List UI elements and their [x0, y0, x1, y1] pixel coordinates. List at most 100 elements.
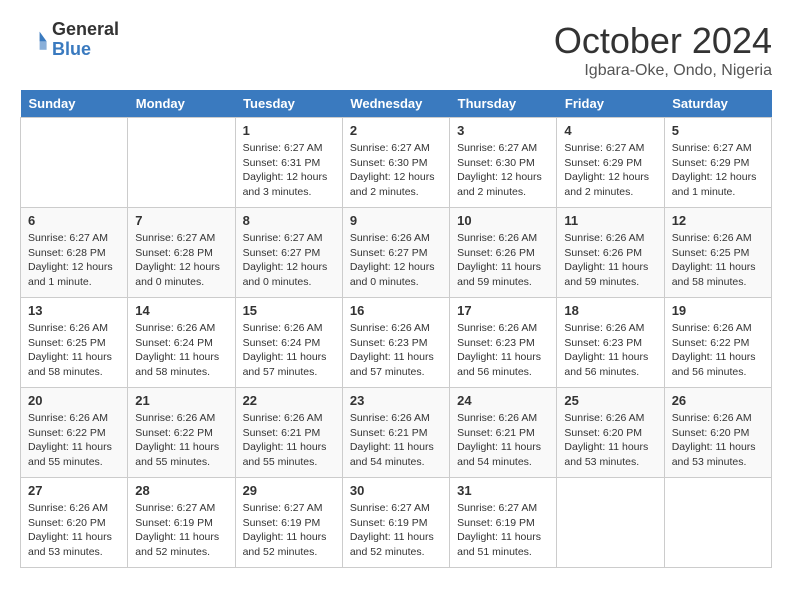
day-number: 22 [243, 393, 335, 408]
day-number: 8 [243, 213, 335, 228]
day-number: 10 [457, 213, 549, 228]
day-info: Sunrise: 6:26 AM Sunset: 6:24 PM Dayligh… [243, 321, 335, 380]
weekday-header: Friday [557, 90, 664, 118]
day-number: 29 [243, 483, 335, 498]
day-info: Sunrise: 6:26 AM Sunset: 6:24 PM Dayligh… [135, 321, 227, 380]
day-info: Sunrise: 6:26 AM Sunset: 6:23 PM Dayligh… [457, 321, 549, 380]
day-info: Sunrise: 6:26 AM Sunset: 6:25 PM Dayligh… [672, 231, 764, 290]
calendar-day-cell: 21 Sunrise: 6:26 AM Sunset: 6:22 PM Dayli… [128, 388, 235, 478]
calendar-week-row: 1Sunrise: 6:27 AM Sunset: 6:31 PM Daylig… [21, 118, 772, 208]
day-info: Sunrise: 6:27 AM Sunset: 6:29 PM Dayligh… [672, 141, 764, 200]
weekday-header: Wednesday [342, 90, 449, 118]
day-info: Sunrise: 6:26 AM Sunset: 6:26 PM Dayligh… [457, 231, 549, 290]
day-info: Sunrise: 6:26 AM Sunset: 6:20 PM Dayligh… [672, 411, 764, 470]
calendar-day-cell: 28 Sunrise: 6:27 AM Sunset: 6:19 PM Dayli… [128, 478, 235, 568]
day-number: 30 [350, 483, 442, 498]
calendar-day-cell: 15 Sunrise: 6:26 AM Sunset: 6:24 PM Dayli… [235, 298, 342, 388]
day-info: Sunrise: 6:26 AM Sunset: 6:22 PM Dayligh… [672, 321, 764, 380]
day-info: Sunrise: 6:27 AM Sunset: 6:31 PM Dayligh… [243, 141, 335, 200]
day-info: Sunrise: 6:27 AM Sunset: 6:19 PM Dayligh… [243, 501, 335, 560]
day-info: Sunrise: 6:26 AM Sunset: 6:22 PM Dayligh… [135, 411, 227, 470]
day-info: Sunrise: 6:26 AM Sunset: 6:21 PM Dayligh… [457, 411, 549, 470]
logo-icon [20, 26, 48, 54]
day-number: 14 [135, 303, 227, 318]
day-info: Sunrise: 6:27 AM Sunset: 6:27 PM Dayligh… [243, 231, 335, 290]
day-number: 21 [135, 393, 227, 408]
day-info: Sunrise: 6:26 AM Sunset: 6:20 PM Dayligh… [28, 501, 120, 560]
calendar-day-cell: 12Sunrise: 6:26 AM Sunset: 6:25 PM Dayli… [664, 208, 771, 298]
day-info: Sunrise: 6:27 AM Sunset: 6:29 PM Dayligh… [564, 141, 656, 200]
day-info: Sunrise: 6:27 AM Sunset: 6:19 PM Dayligh… [457, 501, 549, 560]
day-number: 9 [350, 213, 442, 228]
day-number: 16 [350, 303, 442, 318]
day-number: 24 [457, 393, 549, 408]
day-info: Sunrise: 6:26 AM Sunset: 6:23 PM Dayligh… [350, 321, 442, 380]
calendar-day-cell: 27 Sunrise: 6:26 AM Sunset: 6:20 PM Dayli… [21, 478, 128, 568]
calendar-day-cell: 3 Sunrise: 6:27 AM Sunset: 6:30 PM Daylig… [450, 118, 557, 208]
calendar-day-cell [128, 118, 235, 208]
calendar-day-cell: 4 Sunrise: 6:27 AM Sunset: 6:29 PM Daylig… [557, 118, 664, 208]
calendar-day-cell: 5 Sunrise: 6:27 AM Sunset: 6:29 PM Daylig… [664, 118, 771, 208]
day-number: 19 [672, 303, 764, 318]
day-number: 7 [135, 213, 227, 228]
calendar-day-cell: 7 Sunrise: 6:27 AM Sunset: 6:28 PM Daylig… [128, 208, 235, 298]
day-info: Sunrise: 6:26 AM Sunset: 6:23 PM Dayligh… [564, 321, 656, 380]
calendar-day-cell: 26 Sunrise: 6:26 AM Sunset: 6:20 PM Dayli… [664, 388, 771, 478]
calendar-day-cell: 31 Sunrise: 6:27 AM Sunset: 6:19 PM Dayli… [450, 478, 557, 568]
location: Igbara-Oke, Ondo, Nigeria [554, 62, 772, 80]
weekday-header: Saturday [664, 90, 771, 118]
day-number: 15 [243, 303, 335, 318]
day-number: 26 [672, 393, 764, 408]
day-number: 6 [28, 213, 120, 228]
page-header: GeneralBlue October 2024 Igbara-Oke, Ond… [20, 20, 772, 80]
calendar-day-cell: 18 Sunrise: 6:26 AM Sunset: 6:23 PM Dayli… [557, 298, 664, 388]
calendar-day-cell: 10 Sunrise: 6:26 AM Sunset: 6:26 PM Dayli… [450, 208, 557, 298]
weekday-header-row: SundayMondayTuesdayWednesdayThursdayFrid… [21, 90, 772, 118]
calendar-week-row: 27 Sunrise: 6:26 AM Sunset: 6:20 PM Dayli… [21, 478, 772, 568]
day-info: Sunrise: 6:26 AM Sunset: 6:26 PM Dayligh… [564, 231, 656, 290]
day-info: Sunrise: 6:26 AM Sunset: 6:21 PM Dayligh… [350, 411, 442, 470]
calendar-week-row: 6 Sunrise: 6:27 AM Sunset: 6:28 PM Daylig… [21, 208, 772, 298]
day-info: Sunrise: 6:26 AM Sunset: 6:27 PM Dayligh… [350, 231, 442, 290]
day-info: Sunrise: 6:27 AM Sunset: 6:28 PM Dayligh… [135, 231, 227, 290]
day-info: Sunrise: 6:26 AM Sunset: 6:21 PM Dayligh… [243, 411, 335, 470]
day-number: 27 [28, 483, 120, 498]
day-info: Sunrise: 6:27 AM Sunset: 6:28 PM Dayligh… [28, 231, 120, 290]
day-number: 31 [457, 483, 549, 498]
day-number: 3 [457, 123, 549, 138]
day-number: 4 [564, 123, 656, 138]
calendar-day-cell: 2 Sunrise: 6:27 AM Sunset: 6:30 PM Daylig… [342, 118, 449, 208]
calendar-day-cell: 29 Sunrise: 6:27 AM Sunset: 6:19 PM Dayli… [235, 478, 342, 568]
calendar-day-cell: 6 Sunrise: 6:27 AM Sunset: 6:28 PM Daylig… [21, 208, 128, 298]
weekday-header: Sunday [21, 90, 128, 118]
logo-text: GeneralBlue [52, 20, 119, 60]
calendar-day-cell [557, 478, 664, 568]
title-block: October 2024 Igbara-Oke, Ondo, Nigeria [554, 20, 772, 80]
calendar-day-cell: 8 Sunrise: 6:27 AM Sunset: 6:27 PM Daylig… [235, 208, 342, 298]
calendar-day-cell: 14 Sunrise: 6:26 AM Sunset: 6:24 PM Dayli… [128, 298, 235, 388]
day-number: 5 [672, 123, 764, 138]
weekday-header: Thursday [450, 90, 557, 118]
day-number: 18 [564, 303, 656, 318]
calendar-table: SundayMondayTuesdayWednesdayThursdayFrid… [20, 90, 772, 568]
day-info: Sunrise: 6:26 AM Sunset: 6:20 PM Dayligh… [564, 411, 656, 470]
day-info: Sunrise: 6:27 AM Sunset: 6:19 PM Dayligh… [350, 501, 442, 560]
day-info: Sunrise: 6:26 AM Sunset: 6:25 PM Dayligh… [28, 321, 120, 380]
calendar-day-cell: 19 Sunrise: 6:26 AM Sunset: 6:22 PM Dayli… [664, 298, 771, 388]
day-number: 25 [564, 393, 656, 408]
day-info: Sunrise: 6:26 AM Sunset: 6:22 PM Dayligh… [28, 411, 120, 470]
calendar-day-cell: 25 Sunrise: 6:26 AM Sunset: 6:20 PM Dayli… [557, 388, 664, 478]
day-number: 20 [28, 393, 120, 408]
calendar-day-cell: 16 Sunrise: 6:26 AM Sunset: 6:23 PM Dayli… [342, 298, 449, 388]
day-info: Sunrise: 6:27 AM Sunset: 6:30 PM Dayligh… [457, 141, 549, 200]
day-number: 13 [28, 303, 120, 318]
day-info: Sunrise: 6:27 AM Sunset: 6:30 PM Dayligh… [350, 141, 442, 200]
calendar-day-cell: 17Sunrise: 6:26 AM Sunset: 6:23 PM Dayli… [450, 298, 557, 388]
day-number: 28 [135, 483, 227, 498]
logo: GeneralBlue [20, 20, 119, 60]
day-info: Sunrise: 6:27 AM Sunset: 6:19 PM Dayligh… [135, 501, 227, 560]
calendar-day-cell: 11Sunrise: 6:26 AM Sunset: 6:26 PM Dayli… [557, 208, 664, 298]
calendar-day-cell: 9 Sunrise: 6:26 AM Sunset: 6:27 PM Daylig… [342, 208, 449, 298]
weekday-header: Tuesday [235, 90, 342, 118]
day-number: 2 [350, 123, 442, 138]
